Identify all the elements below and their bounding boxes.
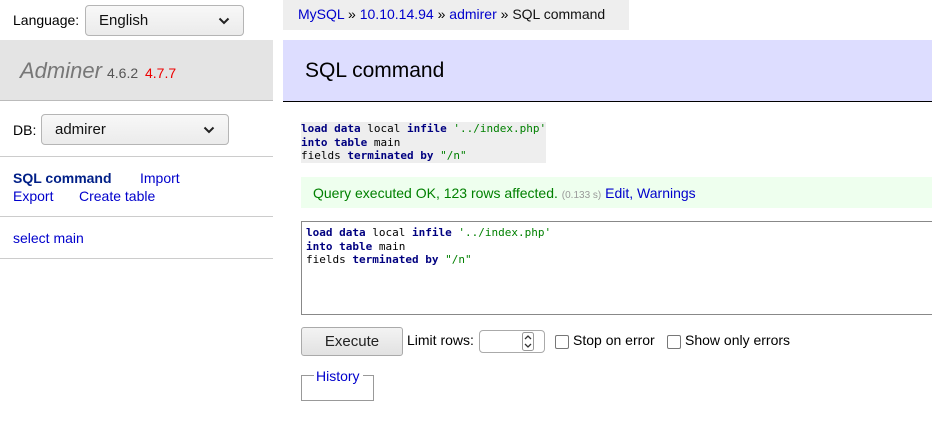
sql-keyword: table — [339, 239, 373, 253]
sql-token: fields — [306, 253, 346, 266]
language-selector: Language: English — [0, 0, 273, 40]
sql-token: main — [378, 239, 406, 253]
query-controls: Execute Limit rows: Stop on error Show o… — [301, 327, 932, 357]
create-table-link[interactable]: Create table — [79, 188, 155, 204]
sql-keyword: by — [425, 253, 439, 266]
show-only-errors-checkbox[interactable] — [667, 335, 681, 349]
warnings-link[interactable]: Warnings — [637, 185, 696, 201]
sql-keyword: into — [301, 135, 328, 149]
sql-keyword: data — [339, 226, 366, 239]
sql-editor-content: load data local infile '../index.php' in… — [306, 226, 932, 267]
sql-keyword: terminated — [347, 149, 414, 162]
sql-token: local — [372, 226, 406, 239]
language-select-value: English — [99, 12, 149, 29]
export-link[interactable]: Export — [13, 188, 53, 204]
breadcrumb-separator: » — [437, 6, 446, 22]
stop-on-error-checkbox[interactable] — [555, 335, 569, 349]
sql-keyword: terminated — [352, 253, 419, 266]
table-link-main[interactable]: select main — [13, 230, 84, 246]
breadcrumb: MySQL » 10.10.14.94 » admirer » SQL comm… — [283, 0, 629, 30]
sql-token: fields — [301, 149, 341, 162]
show-only-errors-label[interactable]: Show only errors — [685, 332, 790, 348]
breadcrumb-driver-link[interactable]: MySQL — [298, 6, 344, 22]
new-version-link[interactable]: 4.7.7 — [145, 65, 176, 81]
success-message: Query executed OK, 123 rows affected. (0… — [301, 177, 932, 208]
sql-token: local — [367, 122, 401, 135]
breadcrumb-server-link[interactable]: 10.10.14.94 — [360, 6, 434, 22]
db-label: DB: — [13, 122, 37, 138]
adminer-logo-link[interactable]: Adminer — [20, 58, 102, 84]
sql-string: '../index.php' — [453, 122, 547, 135]
db-selector: DB: admirer — [0, 101, 273, 157]
sql-token: main — [373, 135, 401, 149]
sql-string: "/n" — [440, 149, 467, 162]
fieldset-border — [302, 375, 314, 376]
execute-button[interactable]: Execute — [301, 327, 403, 356]
sql-keyword: infile — [407, 122, 447, 135]
table-list: select main — [0, 217, 273, 259]
breadcrumb-separator: » — [348, 6, 356, 22]
sql-keyword: into — [306, 239, 333, 253]
sql-keyword: load — [301, 122, 328, 135]
query-time: (0.133 s) — [561, 190, 602, 201]
sql-string: "/n" — [445, 253, 472, 266]
db-select-value: admirer — [55, 121, 106, 138]
language-label: Language: — [13, 12, 80, 28]
stop-on-error-label[interactable]: Stop on error — [573, 332, 655, 348]
history-link[interactable]: History — [316, 368, 360, 384]
message-comma: , — [629, 185, 634, 201]
fieldset-border — [363, 375, 373, 376]
version: 4.6.2 — [107, 65, 139, 81]
page-header: SQL command — [283, 40, 932, 102]
breadcrumb-current: SQL command — [512, 6, 606, 22]
edit-link[interactable]: Edit — [605, 185, 629, 201]
history-fieldset: History — [301, 368, 374, 401]
executed-query: load data local infile '../index.php' in… — [301, 122, 547, 163]
language-select[interactable]: English — [85, 5, 244, 36]
sql-keyword: infile — [412, 226, 452, 239]
limit-rows-input[interactable] — [479, 330, 545, 353]
sql-editor[interactable]: load data local infile '../index.php' in… — [301, 221, 932, 315]
breadcrumb-separator: » — [500, 6, 509, 22]
db-select[interactable]: admirer — [41, 114, 229, 145]
sql-keyword: data — [334, 122, 361, 135]
chevron-down-icon — [218, 17, 230, 25]
brand-header: Adminer 4.6.2 4.7.7 — [0, 40, 273, 101]
sql-string: '../index.php' — [458, 226, 552, 239]
sql-command-link[interactable]: SQL command — [13, 170, 112, 186]
sql-keyword: load — [306, 226, 333, 239]
message-text: Query executed OK, 123 rows affected. — [313, 185, 558, 201]
import-link[interactable]: Import — [140, 170, 180, 186]
breadcrumb-database-link[interactable]: admirer — [449, 6, 496, 22]
limit-rows-label: Limit rows: — [407, 332, 474, 348]
page-title: SQL command — [305, 59, 445, 82]
db-actions-menu: SQL command Import Export Create table — [0, 157, 273, 217]
chevron-down-icon — [203, 126, 215, 134]
spinner-arrows-icon[interactable] — [522, 332, 534, 351]
sql-keyword: by — [420, 149, 434, 162]
sql-keyword: table — [334, 135, 368, 149]
